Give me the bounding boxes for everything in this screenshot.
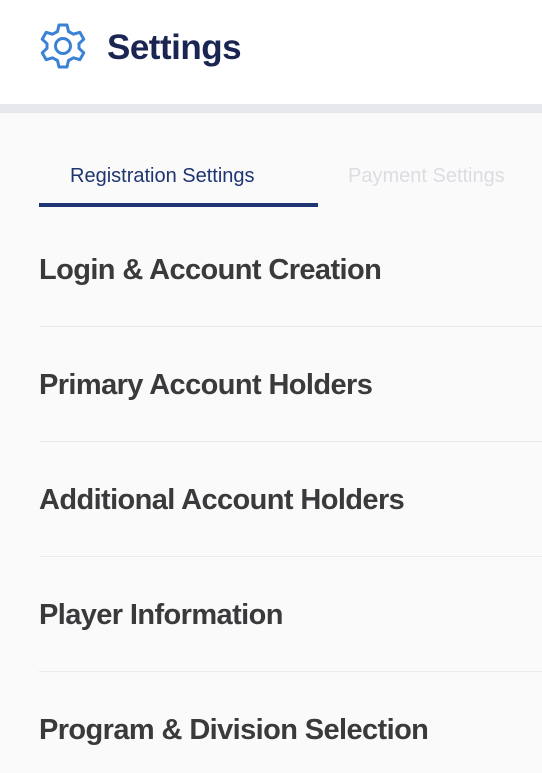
section-player-information[interactable]: Player Information bbox=[0, 557, 542, 672]
section-label: Login & Account Creation bbox=[39, 254, 382, 286]
settings-tabs: Registration Settings Payment Settings bbox=[0, 150, 542, 210]
settings-section-list: Login & Account Creation Primary Account… bbox=[0, 212, 542, 773]
gear-icon bbox=[37, 20, 89, 72]
settings-page: Settings Registration Settings Payment S… bbox=[0, 0, 542, 773]
active-tab-indicator bbox=[39, 203, 318, 207]
header-divider bbox=[0, 104, 542, 113]
page-title: Settings bbox=[107, 28, 242, 67]
section-label: Player Information bbox=[39, 599, 283, 631]
section-label: Program & Division Selection bbox=[39, 714, 429, 746]
tab-payment-settings[interactable]: Payment Settings bbox=[348, 162, 505, 190]
section-label: Primary Account Holders bbox=[39, 369, 373, 401]
section-additional-account-holders[interactable]: Additional Account Holders bbox=[0, 442, 542, 557]
settings-header: Settings bbox=[0, 0, 542, 104]
section-primary-account-holders[interactable]: Primary Account Holders bbox=[0, 327, 542, 442]
tab-registration-settings[interactable]: Registration Settings bbox=[70, 162, 255, 190]
section-login-account-creation[interactable]: Login & Account Creation bbox=[0, 212, 542, 327]
section-label: Additional Account Holders bbox=[39, 484, 405, 516]
section-program-division-selection[interactable]: Program & Division Selection bbox=[0, 672, 542, 773]
